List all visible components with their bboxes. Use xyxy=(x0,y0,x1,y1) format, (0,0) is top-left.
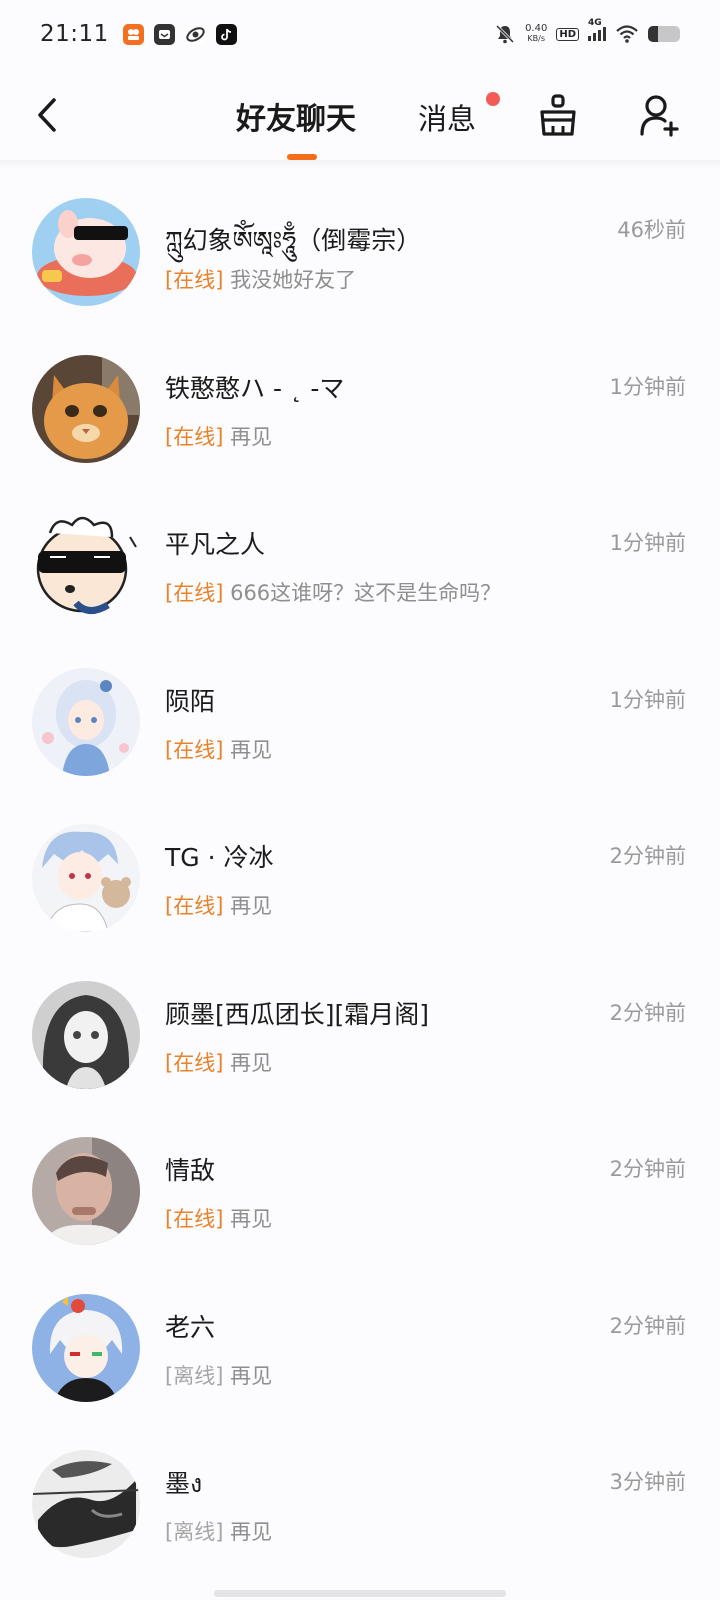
chat-row[interactable]: 顾墨[西瓜团长][霜月阁] 2分钟前 [在线] 再见 xyxy=(0,953,720,1110)
add-friend-icon[interactable] xyxy=(638,92,682,138)
last-message-time: 2分钟前 xyxy=(609,1000,686,1025)
mail-app-icon xyxy=(153,23,175,45)
last-message-time: 2分钟前 xyxy=(609,1313,686,1338)
message-preview: [在线] 再见 xyxy=(165,890,272,920)
top-nav-bar: 好友聊天 消息 xyxy=(0,68,720,164)
unread-dot-badge xyxy=(486,92,500,106)
network-speed-value: 0.40 xyxy=(525,23,548,34)
mute-bell-icon xyxy=(496,24,515,44)
wifi-icon xyxy=(616,25,638,43)
online-status: [在线] xyxy=(165,737,224,762)
status-bar: 21:11 0.40 KB/s HD 4G xyxy=(0,0,720,68)
last-message: 我没她好友了 xyxy=(230,268,357,292)
battery-icon xyxy=(648,26,680,42)
contact-name: 情敌 xyxy=(165,1156,216,1185)
cartoon-sunglasses-avatar[interactable] xyxy=(32,511,140,619)
system-status-icons: 0.40 KB/s HD 4G xyxy=(494,18,680,45)
chat-row[interactable]: TG · 冷冰 2分钟前 [在线] 再见 xyxy=(0,796,720,953)
contact-name: 铁憨憨ハ - ˛ -マ xyxy=(165,373,345,403)
online-status: [在线] xyxy=(165,1207,224,1231)
anime-girl-blue-avatar[interactable] xyxy=(32,667,140,776)
last-message: 再见 xyxy=(230,1520,273,1544)
online-status: [在线] xyxy=(165,268,224,292)
header-divider xyxy=(0,160,720,170)
message-preview: [在线] 再见 xyxy=(165,421,272,451)
ink-painting-avatar[interactable] xyxy=(32,1450,140,1558)
last-message-time: 1分钟前 xyxy=(609,687,686,712)
network-speed: 0.40 KB/s xyxy=(525,24,547,44)
back-arrow-icon[interactable] xyxy=(30,92,66,138)
anime-boy-bear-avatar[interactable] xyxy=(32,824,140,932)
last-message: 再见 xyxy=(230,424,273,449)
anime-girl-gray-avatar[interactable] xyxy=(32,980,140,1089)
last-message-time: 1分钟前 xyxy=(609,531,686,555)
online-status: [在线] xyxy=(165,1050,224,1075)
tab-friend-chat[interactable]: 好友聊天 xyxy=(236,94,356,138)
orange-cat-avatar[interactable] xyxy=(32,354,140,463)
tab-messages[interactable]: 消息 xyxy=(418,96,476,138)
friend-chat-list: ཀླུ幻象ཨོཾཨཱཿཧཱུྃ（倒霉宗） 46秒前 [在线] 我没她好友了 铁憨… xyxy=(0,170,720,1579)
chat-row[interactable]: 墨ง 3分钟前 [离线] 再见 xyxy=(0,1422,720,1579)
hd-badge: HD xyxy=(556,27,579,41)
contact-name: TG · 冷冰 xyxy=(165,843,274,872)
message-preview: [在线] 再见 xyxy=(165,1203,272,1233)
anime-white-hair-avatar[interactable] xyxy=(32,1293,140,1402)
contact-name: 陨陌 xyxy=(165,686,216,716)
last-message: 再见 xyxy=(230,1363,273,1388)
online-status: [在线] xyxy=(165,424,224,449)
last-message-time: 3分钟前 xyxy=(609,1470,686,1494)
contact-name: 老六 xyxy=(165,1312,216,1342)
message-preview: [在线] 再见 xyxy=(165,1047,272,1077)
clean-broom-icon[interactable] xyxy=(536,92,580,138)
offline-status: [离线] xyxy=(165,1363,224,1388)
last-message: 再见 xyxy=(230,894,273,918)
tiktok-icon xyxy=(215,23,237,45)
home-indicator[interactable] xyxy=(214,1590,506,1597)
kuaishou-icon xyxy=(122,23,144,45)
chat-row[interactable]: 陨陌 1分钟前 [在线] 再见 xyxy=(0,640,720,797)
status-time: 21:11 xyxy=(40,21,109,47)
network-type-label: 4G xyxy=(588,18,602,28)
last-message: 666这谁呀？这不是生命吗？ xyxy=(230,581,502,605)
message-preview: [离线] 再见 xyxy=(165,1516,272,1546)
browser-app-icon xyxy=(184,23,206,45)
contact-name: 顾墨[西瓜团长][霜月阁] xyxy=(165,999,430,1029)
chat-row[interactable]: ཀླུ幻象ཨོཾཨཱཿཧཱུྃ（倒霉宗） 46秒前 [在线] 我没她好友了 xyxy=(0,170,720,327)
online-status: [在线] xyxy=(165,581,224,605)
chat-row[interactable]: 情敌 2分钟前 [在线] 再见 xyxy=(0,1109,720,1266)
message-preview: [离线] 再见 xyxy=(165,1360,272,1390)
contact-name: 墨ง xyxy=(165,1469,203,1498)
contact-name: 平凡之人 xyxy=(165,530,266,559)
chat-row[interactable]: 老六 2分钟前 [离线] 再见 xyxy=(0,1266,720,1423)
message-preview: [在线] 我没她好友了 xyxy=(165,264,356,294)
last-message-time: 1分钟前 xyxy=(609,374,686,399)
pig-sunglasses-avatar[interactable] xyxy=(32,198,140,306)
message-preview: [在线] 再见 xyxy=(165,734,272,764)
chat-row[interactable]: 平凡之人 1分钟前 [在线] 666这谁呀？这不是生命吗？ xyxy=(0,483,720,640)
last-message-time: 2分钟前 xyxy=(609,1157,686,1181)
last-message: 再见 xyxy=(230,1207,273,1231)
notification-app-icons xyxy=(122,23,237,45)
last-message-time: 46秒前 xyxy=(617,218,686,242)
offline-status: [离线] xyxy=(165,1520,224,1544)
network-speed-unit: KB/s xyxy=(527,34,545,43)
photo-person-avatar[interactable] xyxy=(32,1137,140,1245)
last-message-time: 2分钟前 xyxy=(609,844,686,868)
cellular-signal-icon: 4G xyxy=(588,18,606,41)
online-status: [在线] xyxy=(165,894,224,918)
message-preview: [在线] 666这谁呀？这不是生命吗？ xyxy=(165,577,501,607)
chat-row[interactable]: 铁憨憨ハ - ˛ -マ 1分钟前 [在线] 再见 xyxy=(0,327,720,484)
last-message: 再见 xyxy=(230,1050,273,1075)
last-message: 再见 xyxy=(230,737,273,762)
